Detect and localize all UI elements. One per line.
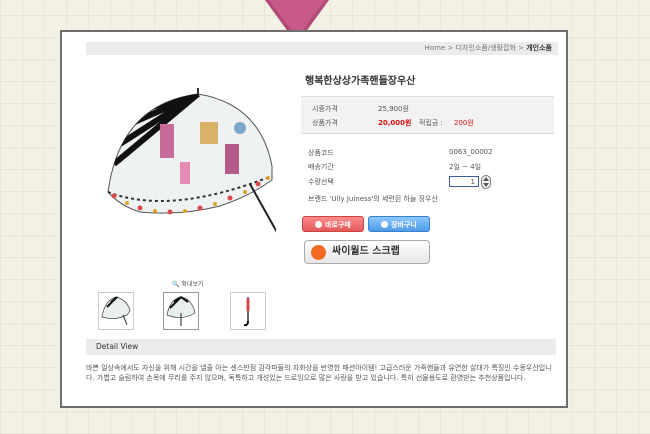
product-main-image[interactable] [100, 84, 276, 254]
sale-price-value: 20,000원 [378, 119, 412, 127]
product-card: Home > 디자인소품/생활잡화 > 개인소품 행복한상상가족핸들장우산 시중… [60, 30, 568, 408]
breadcrumb: Home > 디자인소품/생활잡화 > 개인소품 [86, 42, 558, 55]
product-code-label: 상품코드 [308, 149, 334, 157]
price-box [301, 96, 554, 134]
buy-now-button[interactable]: 바로구매 [302, 216, 364, 232]
shipping-label: 배송기간 [308, 163, 334, 171]
zoom-link[interactable]: 🔍 확대보기 [172, 279, 204, 288]
thumbnail-2[interactable] [163, 292, 199, 330]
breadcrumb-current: 개인소품 [526, 44, 552, 52]
product-code-value: 0063_00002 [449, 148, 493, 156]
shipping-value: 2일 ~ 4일 [449, 163, 482, 171]
magnifier-icon: 🔍 [172, 281, 180, 288]
breadcrumb-home[interactable]: Home [425, 44, 446, 52]
quantity-label: 수량선택 [308, 178, 334, 186]
thumbnail-3[interactable] [230, 292, 266, 330]
list-price-label: 시중가격 [312, 105, 338, 113]
detail-description: 바쁜 일상속에서도 자신을 위해 시간을 낼줄 아는 센스만점 감각파들의 자화… [86, 364, 552, 382]
cyworld-scrap-button[interactable]: 싸이월드 스크랩 [304, 240, 430, 264]
brand-description: 브랜드 'Ully Juiness'의 세련된 하늘 장우산 [308, 195, 438, 203]
cyworld-logo-icon [311, 245, 326, 260]
sale-price-label: 상품가격 [312, 119, 338, 127]
points-value: 200원 [454, 119, 474, 127]
add-to-cart-button[interactable]: 장바구니 [368, 216, 430, 232]
thumbnail-1[interactable] [98, 292, 134, 330]
quantity-input[interactable]: 1 [449, 176, 479, 187]
detail-view-heading: Detail View [86, 339, 556, 355]
points-label: 적립금 : [419, 119, 443, 127]
breadcrumb-category[interactable]: 디자인소품/생활잡화 [456, 44, 516, 52]
product-title: 행복한상상가족핸들장우산 [305, 76, 416, 87]
list-price-value: 25,900원 [378, 105, 409, 113]
quantity-stepper[interactable] [481, 175, 491, 189]
play-icon [315, 221, 323, 228]
play-icon [381, 221, 389, 228]
